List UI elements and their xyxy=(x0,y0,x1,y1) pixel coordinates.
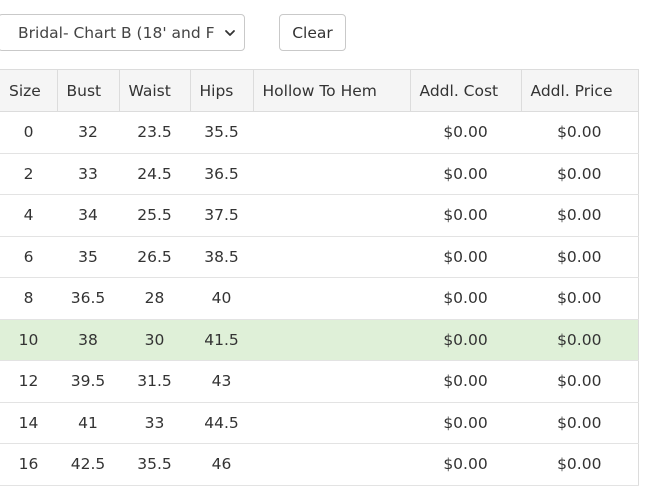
addl-cost-cell: $0.00 xyxy=(410,153,521,195)
addl-price-cell: $0.00 xyxy=(521,443,639,486)
hips-cell: 38.5 xyxy=(190,236,253,278)
size-cell: 2 xyxy=(0,153,57,195)
bust-cell: 36.5 xyxy=(57,277,119,320)
table-row[interactable]: 4 34 25.5 37.5 $0.00 $0.00 xyxy=(0,194,639,237)
hollow-to-hem-cell xyxy=(253,443,410,486)
addl-price-cell: $0.00 xyxy=(521,360,639,403)
addl-price-cell: $0.00 xyxy=(521,236,639,278)
table-header-row: Size Bust Waist Hips Hollow To Hem Addl.… xyxy=(0,69,639,112)
column-header-waist[interactable]: Waist xyxy=(119,69,191,112)
waist-cell: 23.5 xyxy=(119,111,190,154)
size-chart-select-value: Bridal- Chart B (18' and For xyxy=(18,23,214,42)
bust-cell: 41 xyxy=(57,402,119,444)
table-row[interactable]: 12 39.5 31.5 43 $0.00 $0.00 xyxy=(0,360,639,403)
addl-cost-cell: $0.00 xyxy=(410,443,521,486)
waist-cell: 33 xyxy=(119,402,190,444)
hips-cell: 35.5 xyxy=(190,111,253,154)
hips-cell: 41.5 xyxy=(190,319,253,361)
size-cell: 0 xyxy=(0,111,57,154)
addl-price-cell: $0.00 xyxy=(521,277,639,320)
hips-cell: 46 xyxy=(190,443,253,486)
waist-cell: 35.5 xyxy=(119,443,190,486)
table-row[interactable]: 10 38 30 41.5 $0.00 $0.00 xyxy=(0,319,639,361)
hips-cell: 40 xyxy=(190,277,253,320)
waist-cell: 31.5 xyxy=(119,360,190,403)
waist-cell: 30 xyxy=(119,319,190,361)
hollow-to-hem-cell xyxy=(253,402,410,444)
hips-cell: 44.5 xyxy=(190,402,253,444)
table-row[interactable]: 16 42.5 35.5 46 $0.00 $0.00 xyxy=(0,443,639,486)
addl-cost-cell: $0.00 xyxy=(410,402,521,444)
bust-cell: 34 xyxy=(57,194,119,237)
bust-cell: 33 xyxy=(57,153,119,195)
hollow-to-hem-cell xyxy=(253,153,410,195)
bust-cell: 42.5 xyxy=(57,443,119,486)
hips-cell: 36.5 xyxy=(190,153,253,195)
waist-cell: 28 xyxy=(119,277,190,320)
size-cell: 14 xyxy=(0,402,57,444)
size-chart-select[interactable]: Bridal- Chart B (18' and For xyxy=(0,14,245,51)
addl-cost-cell: $0.00 xyxy=(410,236,521,278)
waist-cell: 26.5 xyxy=(119,236,190,278)
hollow-to-hem-cell xyxy=(253,319,410,361)
bust-cell: 39.5 xyxy=(57,360,119,403)
addl-price-cell: $0.00 xyxy=(521,402,639,444)
bust-cell: 35 xyxy=(57,236,119,278)
addl-price-cell: $0.00 xyxy=(521,153,639,195)
size-chart-table: Size Bust Waist Hips Hollow To Hem Addl.… xyxy=(0,69,639,486)
table-row[interactable]: 14 41 33 44.5 $0.00 $0.00 xyxy=(0,402,639,444)
bust-cell: 38 xyxy=(57,319,119,361)
column-header-hollow-to-hem[interactable]: Hollow To Hem xyxy=(253,69,411,112)
toolbar: Bridal- Chart B (18' and For Clear xyxy=(0,14,645,52)
size-cell: 16 xyxy=(0,443,57,486)
hollow-to-hem-cell xyxy=(253,360,410,403)
column-header-size[interactable]: Size xyxy=(0,69,58,112)
table-body: 0 32 23.5 35.5 $0.00 $0.00 2 33 24.5 36.5 $0.00 $0.… xyxy=(0,111,639,486)
size-cell: 8 xyxy=(0,277,57,320)
column-header-addl-cost[interactable]: Addl. Cost xyxy=(410,69,522,112)
hollow-to-hem-cell xyxy=(253,236,410,278)
addl-cost-cell: $0.00 xyxy=(410,360,521,403)
bust-cell: 32 xyxy=(57,111,119,154)
addl-cost-cell: $0.00 xyxy=(410,319,521,361)
addl-cost-cell: $0.00 xyxy=(410,111,521,154)
addl-price-cell: $0.00 xyxy=(521,319,639,361)
addl-cost-cell: $0.00 xyxy=(410,277,521,320)
hollow-to-hem-cell xyxy=(253,111,410,154)
table-row[interactable]: 6 35 26.5 38.5 $0.00 $0.00 xyxy=(0,236,639,278)
clear-button[interactable]: Clear xyxy=(279,14,346,51)
hollow-to-hem-cell xyxy=(253,277,410,320)
column-header-addl-price[interactable]: Addl. Price xyxy=(521,69,639,112)
column-header-bust[interactable]: Bust xyxy=(57,69,120,112)
hollow-to-hem-cell xyxy=(253,194,410,237)
addl-price-cell: $0.00 xyxy=(521,111,639,154)
column-header-hips[interactable]: Hips xyxy=(190,69,254,112)
hips-cell: 37.5 xyxy=(190,194,253,237)
waist-cell: 24.5 xyxy=(119,153,190,195)
table-row[interactable]: 0 32 23.5 35.5 $0.00 $0.00 xyxy=(0,111,639,154)
size-cell: 10 xyxy=(0,319,57,361)
addl-cost-cell: $0.00 xyxy=(410,194,521,237)
size-cell: 12 xyxy=(0,360,57,403)
table-row[interactable]: 2 33 24.5 36.5 $0.00 $0.00 xyxy=(0,153,639,195)
size-cell: 6 xyxy=(0,236,57,278)
size-cell: 4 xyxy=(0,194,57,237)
addl-price-cell: $0.00 xyxy=(521,194,639,237)
waist-cell: 25.5 xyxy=(119,194,190,237)
table-row[interactable]: 8 36.5 28 40 $0.00 $0.00 xyxy=(0,277,639,320)
hips-cell: 43 xyxy=(190,360,253,403)
chevron-down-icon xyxy=(225,30,235,36)
